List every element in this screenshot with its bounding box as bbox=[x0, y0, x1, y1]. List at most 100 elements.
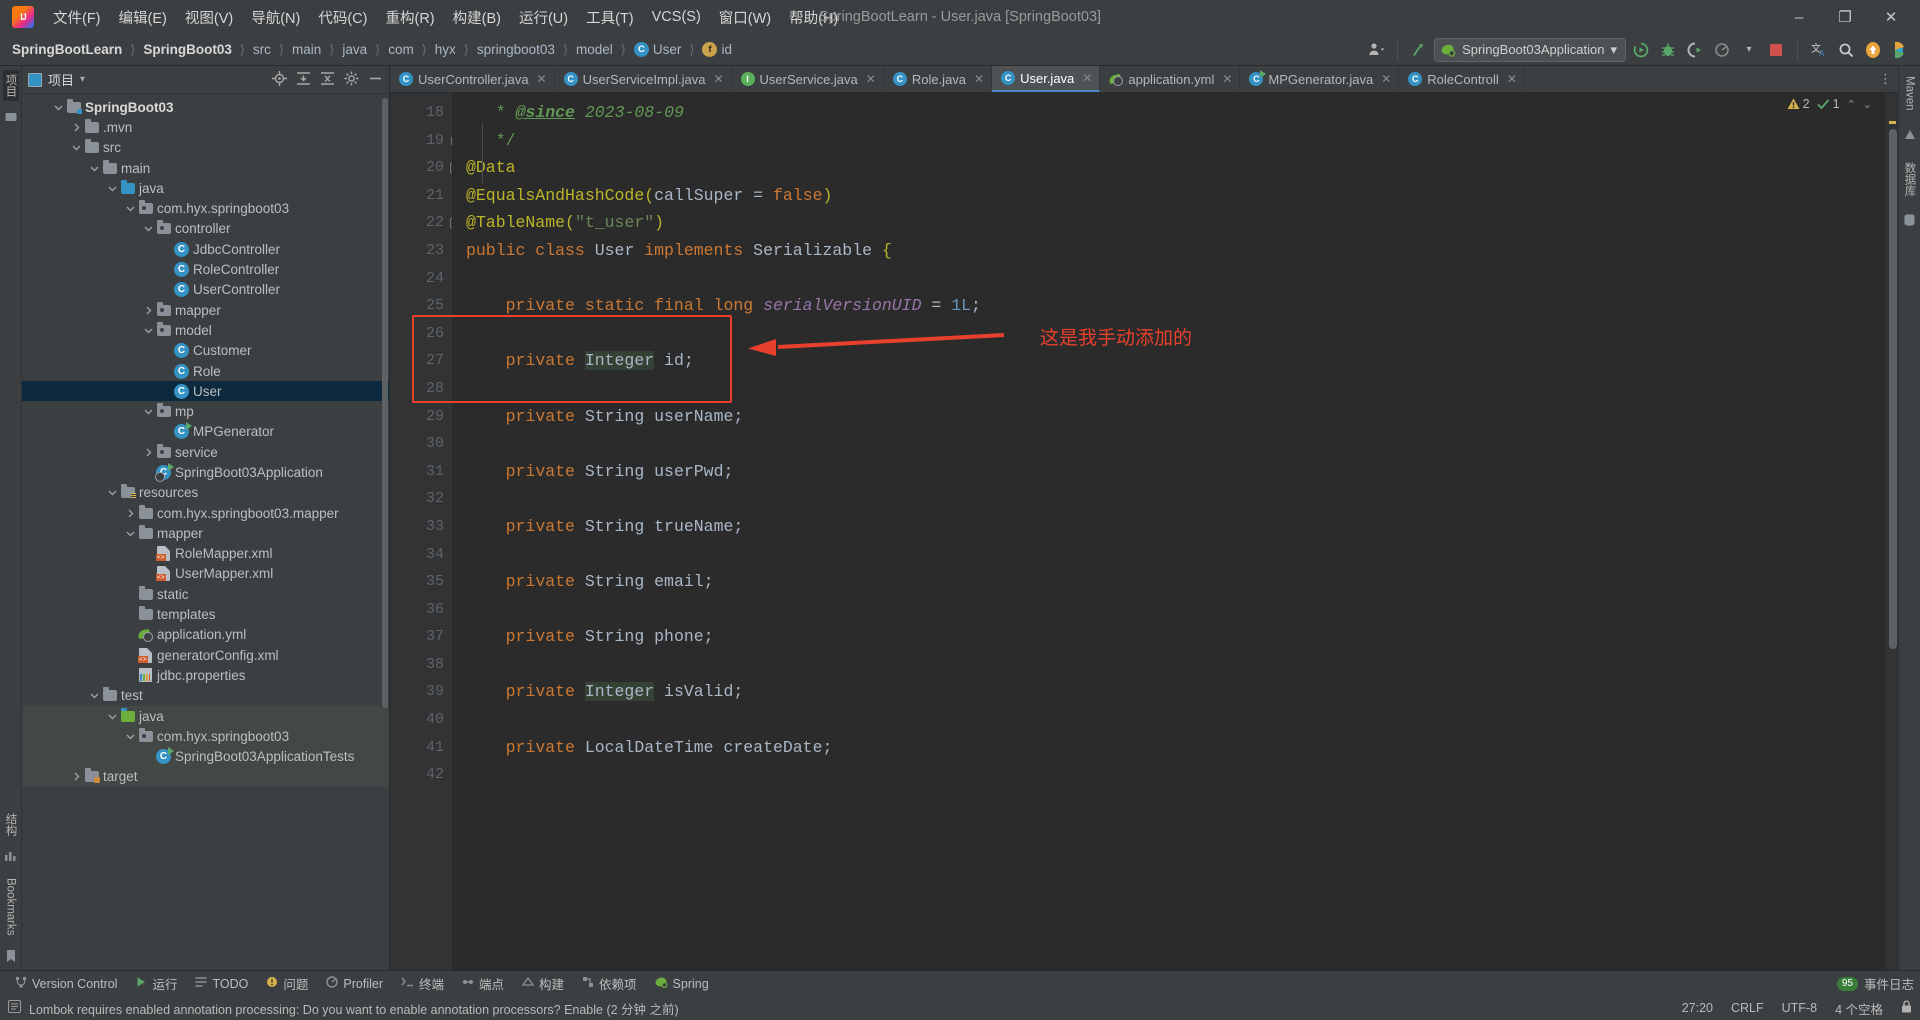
bookmark-icon[interactable] bbox=[6, 950, 16, 966]
line-number[interactable]: 41 bbox=[390, 734, 452, 762]
code-line[interactable] bbox=[466, 485, 1886, 513]
tree-node-jdbccontroller[interactable]: C JdbcController bbox=[22, 239, 389, 259]
chevron-down-icon[interactable]: ▾ bbox=[80, 74, 85, 85]
ide-icon[interactable] bbox=[1888, 38, 1912, 62]
breadcrumb-src[interactable]: src bbox=[249, 40, 275, 59]
close-tab-icon[interactable]: ✕ bbox=[1082, 71, 1092, 85]
expand-arrow-down-icon[interactable] bbox=[142, 224, 155, 233]
marker-warning[interactable] bbox=[1889, 121, 1896, 124]
line-number[interactable]: 29 bbox=[390, 403, 452, 431]
tool-window-button-todo[interactable]: TODO bbox=[186, 973, 257, 994]
expand-arrow-right-icon[interactable] bbox=[142, 306, 155, 315]
breadcrumb-springboot03[interactable]: springboot03 bbox=[473, 40, 559, 59]
line-number[interactable]: 19 bbox=[390, 127, 460, 155]
code-line[interactable]: @TableName("t_user") bbox=[466, 209, 1886, 237]
caret-position[interactable]: 27:20 bbox=[1682, 1001, 1713, 1015]
tree-node-src[interactable]: src bbox=[22, 138, 389, 158]
code-line[interactable]: private String email; bbox=[466, 568, 1886, 596]
code-line[interactable]: private String phone; bbox=[466, 623, 1886, 651]
code-line[interactable]: private String userPwd; bbox=[466, 458, 1886, 486]
code-line[interactable]: @EqualsAndHashCode(callSuper = false) bbox=[466, 182, 1886, 210]
tool-window-button-profiler[interactable]: Profiler bbox=[317, 973, 392, 994]
tool-window-button--[interactable]: 依赖项 bbox=[573, 971, 646, 996]
tree-node-mpgenerator[interactable]: C MPGenerator bbox=[22, 422, 389, 442]
editor-tabs-overflow[interactable]: ⋮ bbox=[1873, 66, 1898, 92]
close-tab-icon[interactable]: ✕ bbox=[1507, 72, 1517, 86]
expand-arrow-down-icon[interactable] bbox=[124, 732, 137, 741]
breadcrumb-model[interactable]: model bbox=[572, 40, 617, 59]
menu-view[interactable]: 视图(V) bbox=[176, 3, 242, 32]
tree-node--mvn[interactable]: .mvn bbox=[22, 117, 389, 137]
tree-node-com-hyx-springboot03[interactable]: com.hyx.springboot03 bbox=[22, 726, 389, 747]
breadcrumb-com[interactable]: com bbox=[384, 40, 418, 59]
tree-node-jdbc-properties[interactable]: jdbc.properties bbox=[22, 665, 389, 685]
menu-window[interactable]: 窗口(W) bbox=[710, 3, 780, 32]
tree-node-role[interactable]: C Role bbox=[22, 361, 389, 381]
menu-tools[interactable]: 工具(T) bbox=[577, 3, 643, 32]
stop-icon[interactable] bbox=[1764, 38, 1788, 62]
locate-icon[interactable] bbox=[272, 70, 287, 89]
chevron-down-icon[interactable]: ▾ bbox=[1610, 42, 1617, 58]
tree-node-com-hyx-springboot03-mapper[interactable]: com.hyx.springboot03.mapper bbox=[22, 503, 389, 523]
expand-arrow-down-icon[interactable] bbox=[88, 164, 101, 173]
expand-arrow-down-icon[interactable] bbox=[70, 143, 83, 152]
code-line[interactable] bbox=[466, 596, 1886, 624]
collapse-all-icon[interactable] bbox=[320, 71, 335, 89]
more-tabs-icon[interactable]: ⋮ bbox=[1879, 71, 1892, 87]
line-separator[interactable]: CRLF bbox=[1731, 1001, 1764, 1015]
expand-arrow-down-icon[interactable] bbox=[142, 407, 155, 416]
tree-node-customer[interactable]: C Customer bbox=[22, 341, 389, 361]
code-line[interactable]: private Integer isValid; bbox=[466, 678, 1886, 706]
tool-button-project[interactable]: 项目 bbox=[2, 70, 19, 101]
line-number[interactable]: 35 bbox=[390, 568, 452, 596]
line-number[interactable]: 24 bbox=[390, 265, 452, 293]
database-icon[interactable] bbox=[1904, 214, 1915, 229]
line-number[interactable]: 28 bbox=[390, 375, 452, 403]
editor-tab-userservice-java[interactable]: I UserService.java ✕ bbox=[732, 66, 884, 92]
tree-node-usermapper-xml[interactable]: UserMapper.xml bbox=[22, 564, 389, 584]
maximize-button[interactable]: ❐ bbox=[1822, 1, 1868, 33]
prev-problem-icon[interactable]: ⌃ bbox=[1847, 98, 1856, 111]
expand-arrow-down-icon[interactable] bbox=[106, 184, 119, 193]
code-line[interactable]: private Integer id; bbox=[466, 347, 1886, 375]
tree-node-generatorconfig-xml[interactable]: generatorConfig.xml bbox=[22, 645, 389, 665]
editor-tab-rolecontroll[interactable]: C RoleControll ✕ bbox=[1399, 66, 1525, 92]
menu-code[interactable]: 代码(C) bbox=[309, 3, 376, 32]
line-number[interactable]: 36 bbox=[390, 596, 452, 624]
menu-refactor[interactable]: 重构(R) bbox=[376, 3, 443, 32]
menu-help[interactable]: 帮助(H) bbox=[780, 3, 847, 32]
close-button[interactable]: ✕ bbox=[1868, 1, 1914, 33]
line-number[interactable]: 27 bbox=[390, 347, 452, 375]
code-line[interactable]: */ bbox=[466, 127, 1886, 155]
code-line[interactable] bbox=[466, 430, 1886, 458]
tool-window-button--[interactable]: 问题 bbox=[257, 971, 317, 996]
line-number[interactable]: 20− bbox=[390, 154, 461, 182]
line-number[interactable]: 33 bbox=[390, 513, 452, 541]
profiler-icon[interactable] bbox=[1710, 38, 1734, 62]
project-tree-scrollbar[interactable] bbox=[382, 98, 388, 708]
line-number[interactable]: 23 bbox=[390, 237, 452, 265]
tree-node-application-yml[interactable]: application.yml bbox=[22, 625, 389, 645]
commit-icon[interactable] bbox=[5, 111, 17, 125]
settings-icon[interactable] bbox=[344, 71, 359, 89]
tree-node-rolemapper-xml[interactable]: RoleMapper.xml bbox=[22, 544, 389, 564]
tree-node-user[interactable]: C User bbox=[22, 381, 389, 402]
close-tab-icon[interactable]: ✕ bbox=[1381, 72, 1391, 86]
expand-arrow-down-icon[interactable] bbox=[142, 326, 155, 335]
tree-node-target[interactable]: target bbox=[22, 766, 389, 788]
close-tab-icon[interactable]: ✕ bbox=[537, 72, 547, 86]
breadcrumb-hyx[interactable]: hyx bbox=[431, 40, 460, 59]
code-line[interactable]: private String trueName; bbox=[466, 513, 1886, 541]
code-line[interactable]: @Data bbox=[466, 154, 1886, 182]
project-tree[interactable]: SpringBoot03 .mvn src main java com.hyx.sprin… bbox=[22, 94, 389, 970]
editor-tab-usercontroller-java[interactable]: C UserController.java ✕ bbox=[390, 66, 555, 92]
tree-node-static[interactable]: static bbox=[22, 584, 389, 604]
line-number[interactable]: 39 bbox=[390, 678, 452, 706]
editor-tab-user-java[interactable]: C User.java ✕ bbox=[992, 66, 1101, 92]
expand-arrow-right-icon[interactable] bbox=[70, 123, 83, 132]
update-icon[interactable] bbox=[1861, 38, 1885, 62]
tree-node-controller[interactable]: controller bbox=[22, 219, 389, 239]
close-tab-icon[interactable]: ✕ bbox=[713, 72, 723, 86]
breadcrumb-main[interactable]: main bbox=[288, 40, 325, 59]
tree-node-com-hyx-springboot03[interactable]: com.hyx.springboot03 bbox=[22, 198, 389, 218]
